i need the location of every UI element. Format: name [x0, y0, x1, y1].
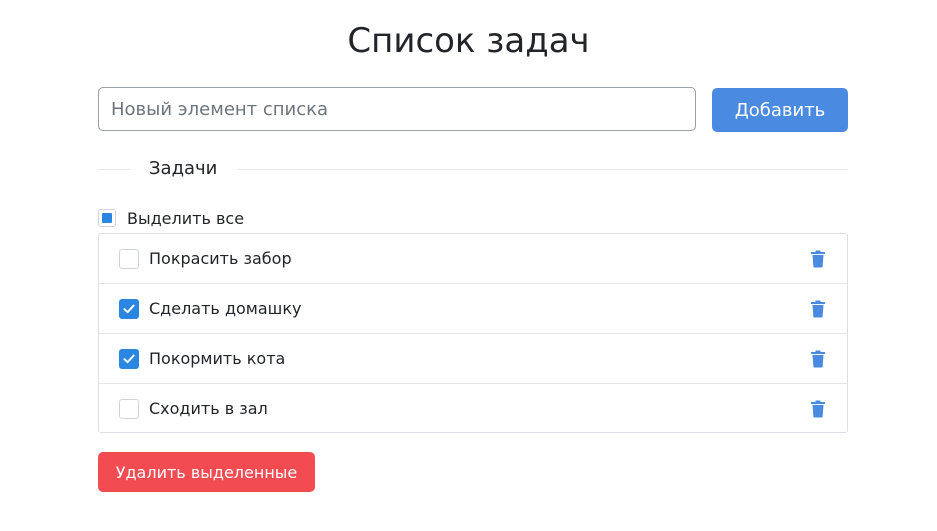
indeterminate-icon	[102, 213, 112, 223]
trash-icon[interactable]	[810, 250, 826, 268]
tasks-legend: Задачи	[149, 158, 218, 179]
select-all-control[interactable]: Выделить все	[98, 207, 244, 229]
new-item-input[interactable]	[98, 87, 696, 131]
task-list: Покрасить забор Сделать домашку Покормит	[98, 233, 848, 433]
page-title: Список задач	[347, 21, 590, 61]
task-label: Сходить в зал	[149, 399, 268, 418]
task-label: Покрасить забор	[149, 249, 292, 268]
select-all-checkbox[interactable]	[98, 209, 116, 227]
task-label: Сделать домашку	[149, 299, 302, 318]
trash-icon[interactable]	[810, 300, 826, 318]
trash-icon[interactable]	[810, 400, 826, 418]
select-all-label: Выделить все	[127, 208, 245, 228]
checkmark-icon	[123, 304, 135, 313]
task-checkbox[interactable]	[119, 398, 139, 419]
task-checkbox[interactable]	[119, 298, 139, 319]
legend-divider-right	[238, 169, 848, 170]
trash-icon[interactable]	[810, 350, 826, 368]
task-checkbox[interactable]	[119, 348, 139, 369]
add-button[interactable]: Добавить	[712, 88, 848, 132]
task-label: Покормить кота	[149, 349, 286, 368]
checkmark-icon	[123, 354, 135, 363]
task-row: Сделать домашку	[99, 283, 847, 333]
legend-divider-left	[98, 169, 130, 170]
task-checkbox[interactable]	[119, 248, 139, 269]
task-row: Покормить кота	[99, 333, 847, 383]
delete-selected-button[interactable]: Удалить выделенные	[98, 452, 315, 492]
task-row: Сходить в зал	[99, 383, 847, 433]
task-row: Покрасить забор	[99, 234, 847, 283]
todo-app: Список задач Добавить Задачи Выделить вс…	[0, 0, 937, 531]
